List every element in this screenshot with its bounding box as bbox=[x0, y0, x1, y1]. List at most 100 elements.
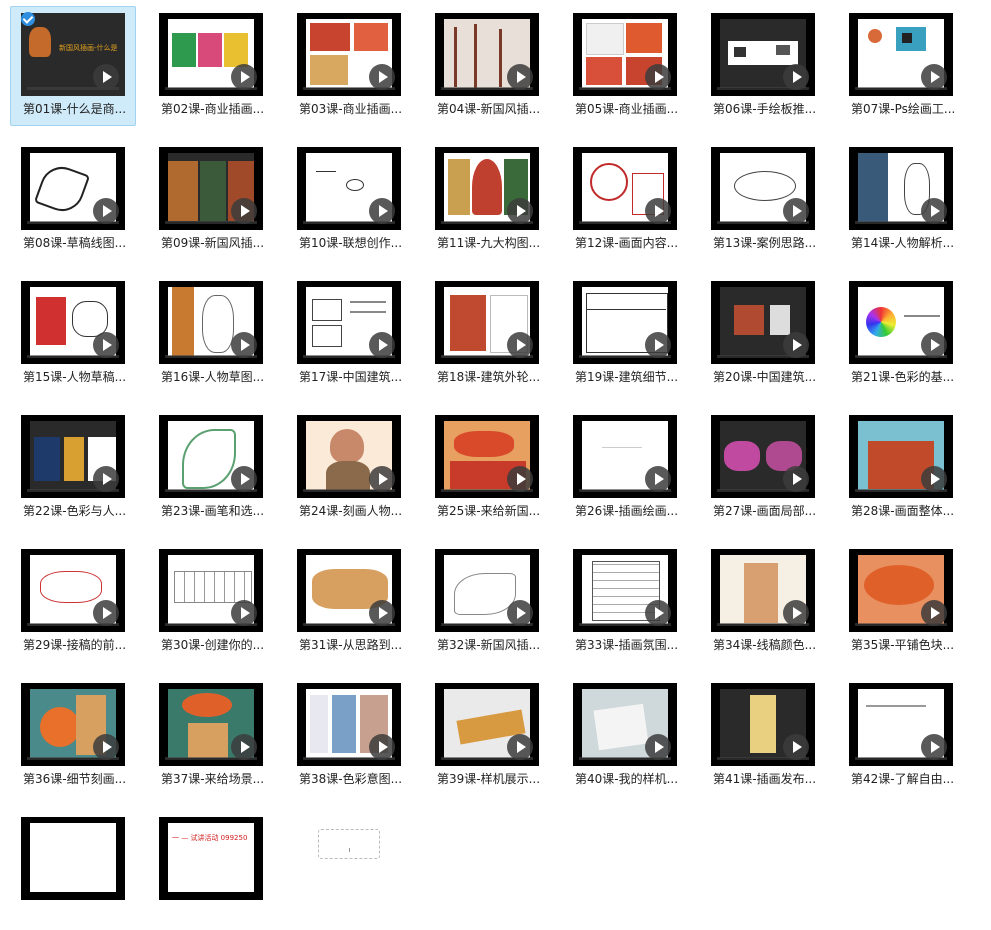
video-tile[interactable]: 第14课-人物解析... bbox=[838, 140, 964, 260]
video-thumbnail[interactable] bbox=[849, 281, 953, 364]
play-icon[interactable] bbox=[507, 332, 533, 358]
video-tile[interactable]: 第06课-手绘板推... bbox=[700, 6, 826, 126]
video-thumbnail[interactable] bbox=[21, 683, 125, 766]
play-icon[interactable] bbox=[231, 734, 257, 760]
video-thumbnail[interactable]: 新国风插画-什么是 bbox=[21, 13, 125, 96]
video-thumbnail[interactable] bbox=[21, 147, 125, 230]
video-thumbnail[interactable] bbox=[573, 549, 677, 632]
video-thumbnail[interactable] bbox=[297, 147, 401, 230]
video-thumbnail[interactable] bbox=[435, 13, 539, 96]
play-icon[interactable] bbox=[921, 198, 947, 224]
video-thumbnail[interactable] bbox=[711, 683, 815, 766]
video-tile[interactable]: 第16课-人物草图... bbox=[148, 274, 274, 394]
video-tile[interactable]: 第11课-九大构图... bbox=[424, 140, 550, 260]
video-thumbnail[interactable] bbox=[297, 683, 401, 766]
video-thumbnail[interactable] bbox=[21, 281, 125, 364]
video-thumbnail[interactable] bbox=[711, 147, 815, 230]
video-thumbnail[interactable] bbox=[435, 147, 539, 230]
video-tile[interactable]: 第03课-商业插画... bbox=[286, 6, 412, 126]
video-thumbnail[interactable]: 一 — 试讲活动 099250 bbox=[159, 817, 263, 900]
video-tile[interactable]: 第22课-色彩与人... bbox=[10, 408, 136, 528]
video-thumbnail[interactable] bbox=[435, 281, 539, 364]
video-tile[interactable]: 第24课-刻画人物... bbox=[286, 408, 412, 528]
video-thumbnail[interactable] bbox=[573, 683, 677, 766]
video-thumbnail[interactable] bbox=[573, 147, 677, 230]
video-tile[interactable]: 第12课-画面内容... bbox=[562, 140, 688, 260]
video-tile[interactable]: 第04课-新国风插... bbox=[424, 6, 550, 126]
video-thumbnail[interactable] bbox=[711, 415, 815, 498]
video-tile[interactable] bbox=[10, 810, 136, 930]
play-icon[interactable] bbox=[369, 734, 395, 760]
video-tile[interactable]: 新国风插画-什么是 第01课-什么是商... bbox=[10, 6, 136, 126]
play-icon[interactable] bbox=[645, 466, 671, 492]
play-icon[interactable] bbox=[507, 466, 533, 492]
video-tile[interactable]: 第41课-插画发布... bbox=[700, 676, 826, 796]
play-icon[interactable] bbox=[921, 64, 947, 90]
play-icon[interactable] bbox=[93, 198, 119, 224]
video-tile[interactable]: 第28课-画面整体... bbox=[838, 408, 964, 528]
video-thumbnail[interactable] bbox=[849, 549, 953, 632]
play-icon[interactable] bbox=[783, 198, 809, 224]
play-icon[interactable] bbox=[645, 734, 671, 760]
play-icon[interactable] bbox=[645, 198, 671, 224]
play-icon[interactable] bbox=[369, 198, 395, 224]
play-icon[interactable] bbox=[231, 64, 257, 90]
video-thumbnail[interactable] bbox=[159, 415, 263, 498]
video-thumbnail[interactable] bbox=[159, 281, 263, 364]
video-tile[interactable]: 第08课-草稿线图... bbox=[10, 140, 136, 260]
video-thumbnail[interactable] bbox=[297, 415, 401, 498]
video-thumbnail[interactable] bbox=[21, 549, 125, 632]
video-thumbnail[interactable] bbox=[711, 281, 815, 364]
video-thumbnail[interactable] bbox=[159, 13, 263, 96]
play-icon[interactable] bbox=[231, 466, 257, 492]
play-icon[interactable] bbox=[93, 64, 119, 90]
play-icon[interactable] bbox=[645, 600, 671, 626]
video-tile[interactable]: 第26课-插画绘画... bbox=[562, 408, 688, 528]
video-tile[interactable]: 第30课-创建你的... bbox=[148, 542, 274, 662]
video-thumbnail[interactable] bbox=[297, 13, 401, 96]
video-tile[interactable]: 第29课-接稿的前... bbox=[10, 542, 136, 662]
video-thumbnail[interactable] bbox=[849, 683, 953, 766]
video-tile[interactable]: 第20课-中国建筑... bbox=[700, 274, 826, 394]
play-icon[interactable] bbox=[921, 466, 947, 492]
play-icon[interactable] bbox=[93, 600, 119, 626]
play-icon[interactable] bbox=[369, 466, 395, 492]
video-tile[interactable]: 第42课-了解自由... bbox=[838, 676, 964, 796]
video-thumbnail[interactable] bbox=[159, 549, 263, 632]
video-tile[interactable]: 第10课-联想创作... bbox=[286, 140, 412, 260]
video-tile[interactable]: 第19课-建筑细节... bbox=[562, 274, 688, 394]
video-tile[interactable]: 第02课-商业插画... bbox=[148, 6, 274, 126]
play-icon[interactable] bbox=[783, 64, 809, 90]
video-thumbnail[interactable] bbox=[711, 13, 815, 96]
video-tile[interactable]: 第36课-细节刻画... bbox=[10, 676, 136, 796]
video-tile[interactable]: 第37课-来给场景... bbox=[148, 676, 274, 796]
play-icon[interactable] bbox=[231, 198, 257, 224]
video-thumbnail[interactable] bbox=[21, 817, 125, 900]
play-icon[interactable] bbox=[369, 64, 395, 90]
video-tile[interactable]: 第32课-新国风插... bbox=[424, 542, 550, 662]
video-tile[interactable]: 第31课-从思路到... bbox=[286, 542, 412, 662]
video-thumbnail[interactable] bbox=[435, 683, 539, 766]
video-thumbnail[interactable] bbox=[849, 13, 953, 96]
video-tile[interactable]: 第23课-画笔和选... bbox=[148, 408, 274, 528]
play-icon[interactable] bbox=[645, 332, 671, 358]
video-tile[interactable]: 第07课-Ps绘画工... bbox=[838, 6, 964, 126]
video-tile[interactable]: 第40课-我的样机... bbox=[562, 676, 688, 796]
play-icon[interactable] bbox=[783, 734, 809, 760]
play-icon[interactable] bbox=[783, 332, 809, 358]
video-tile[interactable]: 第18课-建筑外轮... bbox=[424, 274, 550, 394]
video-thumbnail[interactable] bbox=[849, 415, 953, 498]
play-icon[interactable] bbox=[507, 198, 533, 224]
play-icon[interactable] bbox=[507, 64, 533, 90]
play-icon[interactable] bbox=[783, 600, 809, 626]
video-thumbnail[interactable] bbox=[21, 415, 125, 498]
video-thumbnail[interactable] bbox=[573, 281, 677, 364]
play-icon[interactable] bbox=[645, 64, 671, 90]
video-tile[interactable]: 第38课-色彩意图... bbox=[286, 676, 412, 796]
video-tile[interactable]: 第39课-样机展示... bbox=[424, 676, 550, 796]
video-thumbnail[interactable] bbox=[711, 549, 815, 632]
play-icon[interactable] bbox=[231, 332, 257, 358]
video-thumbnail[interactable] bbox=[435, 415, 539, 498]
play-icon[interactable] bbox=[369, 332, 395, 358]
play-icon[interactable] bbox=[921, 734, 947, 760]
